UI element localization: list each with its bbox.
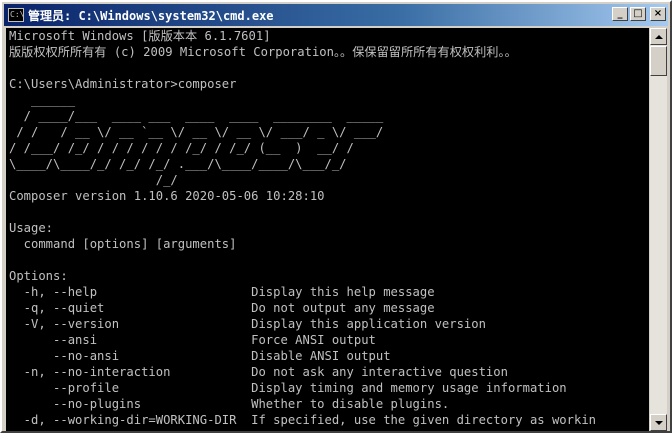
close-button[interactable]: × [650,7,666,21]
console-line: / / / __ \/ __ `__ \/ __ \/ __ \/ ___/ _… [9,125,384,139]
arrow-down-icon [654,420,663,425]
console-line: -V, --version Display this application v… [9,317,486,331]
window-controls: _ □ × [610,7,666,21]
console-line: Usage: [9,221,54,235]
console-line: C:\Users\Administrator>composer [9,77,237,91]
console-line: -q, --quiet Do not output any message [9,301,435,315]
arrow-up-icon [654,34,663,39]
console-line: --profile Display timing and memory usag… [9,381,567,395]
console-line: Microsoft Windows [版版本本 6.1.7601] [9,29,271,43]
console-line: Options: [9,269,68,283]
console-output[interactable]: Microsoft Windows [版版本本 6.1.7601] 版版权权所所有… [6,28,649,431]
scroll-up-button[interactable] [650,28,667,45]
console-line: / ____/___ ____ ___ ____ ____ ________ _… [9,109,384,123]
maximize-button[interactable]: □ [630,7,646,21]
console-line: -h, --help Display this help message [9,285,435,299]
vertical-scrollbar[interactable] [650,28,667,431]
console-line: -n, --no-interaction Do not ask any inte… [9,365,508,379]
scroll-down-button[interactable] [650,414,667,431]
console-line: --no-ansi Disable ANSI output [9,349,391,363]
console-line: \____/\____/_/ /_/ /_/ .___/\____/____/\… [9,157,347,171]
console-line: / /___/ /_/ / / / / / / /_/ / /_/ (__ ) … [9,141,354,155]
title-bar[interactable]: C:\ 管理员: C:\Windows\system32\cmd.exe _ □… [4,4,668,26]
scrollbar-thumb[interactable] [650,46,667,76]
console-line: -d, --working-dir=WORKING-DIR If specifi… [9,413,596,427]
console-line: Composer version 1.10.6 2020-05-06 10:28… [9,189,325,203]
console-line: --no-plugins Whether to disable plugins. [9,397,450,411]
console-line: /_/ [9,173,178,187]
window-title: 管理员: C:\Windows\system32\cmd.exe [28,8,274,23]
console-line: 版版权权所所有有 (c) 2009 Microsoft Corporation。… [9,45,517,59]
cmd-window: C:\ 管理员: C:\Windows\system32\cmd.exe _ □… [0,0,672,433]
console-line: --ansi Force ANSI output [9,333,376,347]
console-line: command [options] [arguments] [9,237,237,251]
cmd-app-icon[interactable]: C:\ [8,8,24,22]
console-line: ______ [9,93,76,107]
minimize-button[interactable]: _ [612,7,628,21]
